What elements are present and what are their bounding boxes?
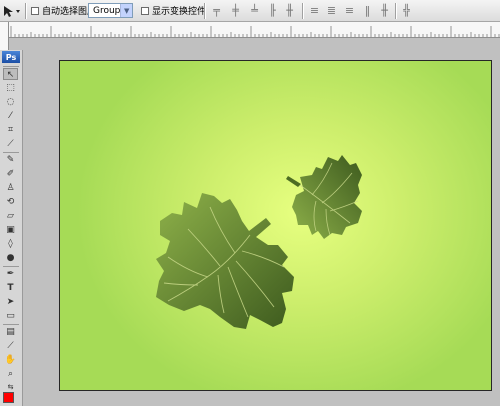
chevron-down-icon: ▼ — [120, 4, 132, 17]
align-top-icon[interactable]: ╤ — [210, 4, 223, 17]
ruler-ticks — [10, 26, 500, 37]
gradient-tool-icon[interactable]: ▣ — [3, 224, 18, 236]
toolbox: Ps ↖ ⬚ ◌ ⁄ ⌗ ⟋ ✎ ✐ ♙ ⟲ ▱ ▣ ◊ ● ✒ T ➤ ▭ ▤… — [0, 50, 23, 406]
distribute-top-icon[interactable]: ≡ — [308, 4, 321, 17]
distribute-left-icon[interactable]: ‖ — [361, 4, 374, 17]
divider — [204, 3, 205, 19]
show-transform-label: 显示变换控件 — [152, 7, 207, 17]
divider — [25, 3, 26, 19]
distribute-bottom-icon[interactable]: ≡ — [343, 4, 356, 17]
align-vertical-center-icon[interactable]: ╪ — [229, 4, 242, 17]
shape-tool-icon[interactable]: ▭ — [3, 310, 18, 322]
align-bottom-icon[interactable]: ╧ — [248, 4, 261, 17]
small-leaf — [286, 155, 362, 239]
auto-select-checkbox[interactable] — [31, 6, 39, 15]
auto-select-value: Group — [93, 5, 121, 16]
history-brush-tool-icon[interactable]: ⟲ — [3, 196, 18, 208]
slice-tool-icon[interactable]: ⟋ — [3, 138, 18, 150]
horizontal-ruler[interactable] — [9, 22, 500, 38]
large-leaf — [156, 193, 294, 329]
align-left-icon[interactable]: ╟ — [266, 4, 279, 17]
blur-tool-icon[interactable]: ◊ — [3, 238, 18, 250]
auto-align-layers-icon[interactable]: ╬ — [400, 4, 413, 17]
align-horizontal-center-icon[interactable]: ╫ — [283, 4, 296, 17]
distribute-vertical-center-icon[interactable]: ≣ — [325, 4, 338, 17]
divider — [395, 3, 396, 19]
eraser-tool-icon[interactable]: ▱ — [3, 210, 18, 222]
dodge-tool-icon[interactable]: ● — [3, 252, 18, 264]
path-selection-tool-icon[interactable]: ➤ — [3, 296, 18, 308]
marquee-tool-icon[interactable]: ⬚ — [3, 82, 18, 94]
foreground-color-swatch[interactable] — [3, 392, 14, 403]
healing-brush-tool-icon[interactable]: ✎ — [3, 154, 18, 166]
options-bar: 自动选择图层 Group ▼ 显示变换控件 ╤ ╪ ╧ ╟ ╫ ≡ ≣ ≡ ‖ … — [0, 0, 500, 22]
divider — [3, 66, 19, 67]
divider — [3, 152, 19, 153]
pen-tool-icon[interactable]: ✒ — [3, 268, 18, 280]
zoom-tool-icon[interactable]: ⌕ — [3, 368, 18, 380]
move-tool-icon[interactable]: ↖ — [3, 68, 18, 80]
clone-stamp-tool-icon[interactable]: ♙ — [3, 182, 18, 194]
magic-wand-tool-icon[interactable]: ⁄ — [3, 110, 18, 122]
move-tool-preset-icon — [4, 5, 20, 17]
eyedropper-tool-icon[interactable]: ⟋ — [3, 340, 18, 352]
tool-preset-picker[interactable] — [2, 2, 22, 19]
auto-select-group: 自动选择图层 — [31, 2, 96, 19]
auto-select-dropdown[interactable]: Group ▼ — [88, 3, 133, 18]
divider — [3, 324, 19, 325]
divider — [3, 266, 19, 267]
divider — [302, 3, 303, 19]
brush-tool-icon[interactable]: ✐ — [3, 168, 18, 180]
show-transform-group: 显示变换控件 — [141, 2, 206, 19]
photoshop-logo[interactable]: Ps — [2, 51, 20, 63]
type-tool-icon[interactable]: T — [3, 282, 18, 294]
crop-tool-icon[interactable]: ⌗ — [3, 124, 18, 136]
notes-tool-icon[interactable]: ▤ — [3, 326, 18, 338]
show-transform-checkbox[interactable] — [141, 6, 149, 15]
distribute-horizontal-center-icon[interactable]: ╫ — [378, 4, 391, 17]
hand-tool-icon[interactable]: ✋ — [3, 354, 18, 366]
canvas-artwork — [156, 155, 362, 329]
document-canvas[interactable] — [59, 60, 492, 391]
lasso-tool-icon[interactable]: ◌ — [3, 96, 18, 108]
